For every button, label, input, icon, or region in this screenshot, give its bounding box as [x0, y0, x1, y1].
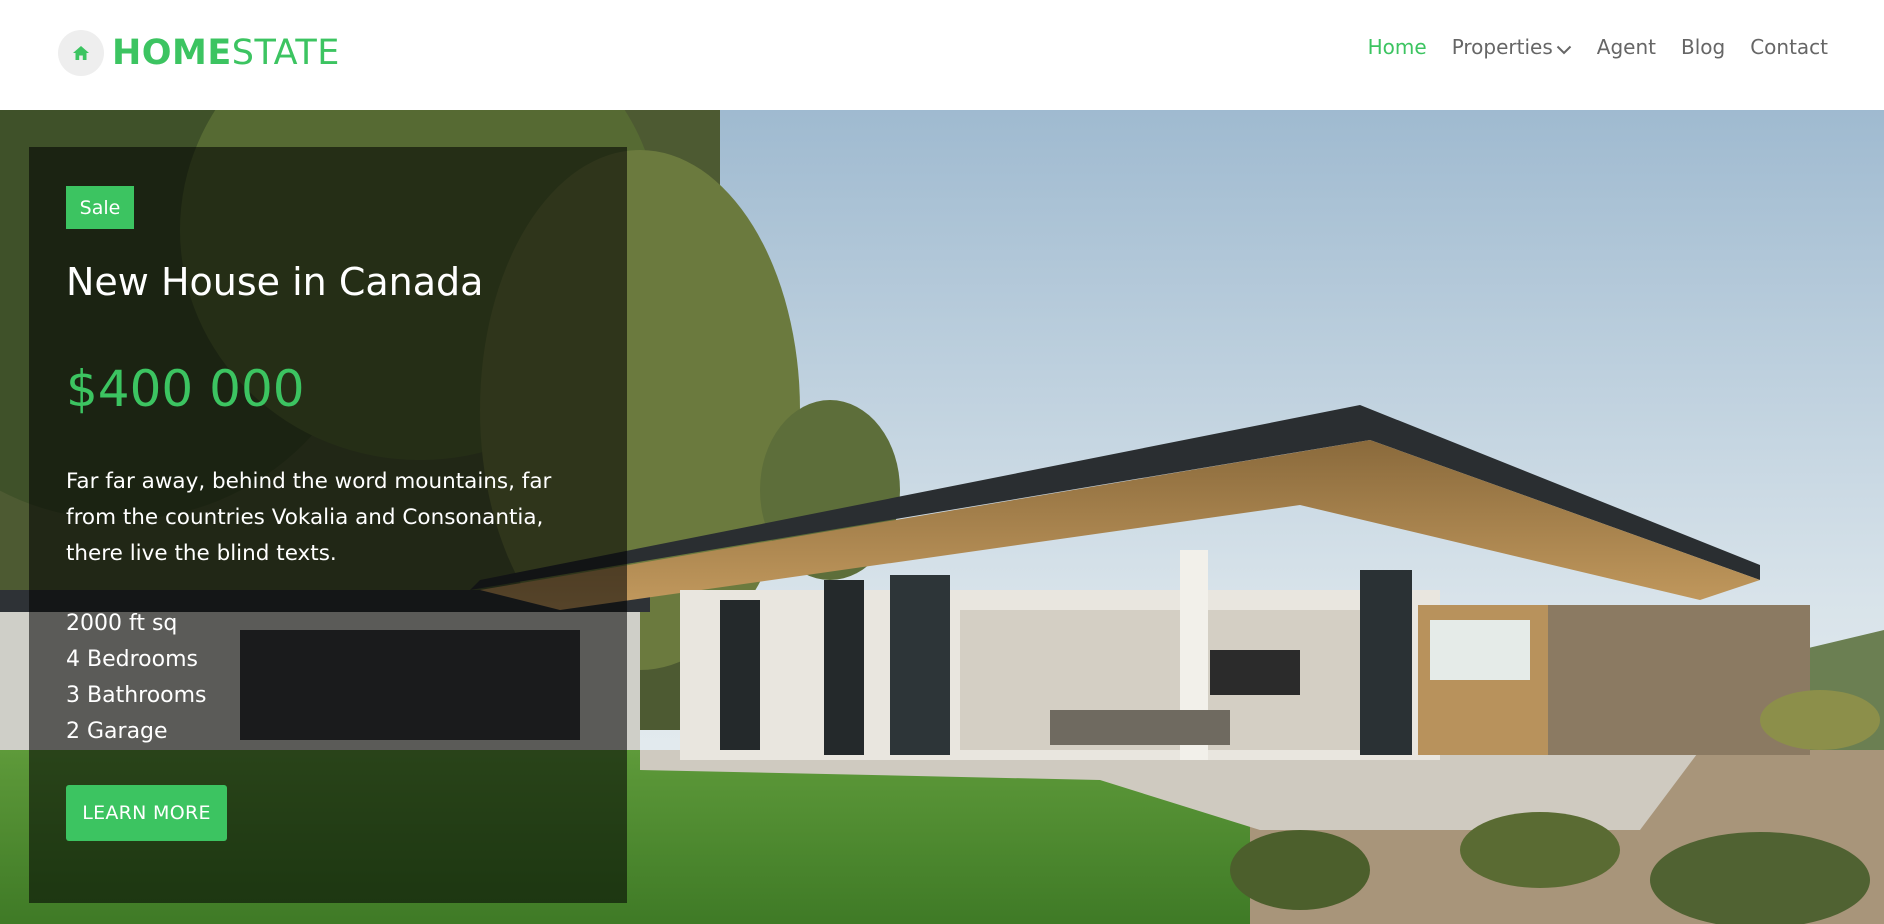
logo[interactable]: HOMESTATE	[58, 30, 340, 76]
spec-area: 2000 ft sq	[66, 611, 178, 636]
nav-item-label: Home	[1367, 35, 1427, 59]
chevron-down-icon	[1556, 36, 1572, 60]
listing-description: Far far away, behind the word mountains,…	[66, 469, 552, 566]
listing-title: New House in Canada	[66, 260, 484, 304]
nav-item-agent[interactable]: Agent	[1597, 35, 1656, 59]
main-nav: Home Properties Agent Blog Contact	[1343, 34, 1828, 60]
spec-bathrooms: 3 Bathrooms	[66, 683, 207, 708]
home-icon	[58, 30, 104, 76]
nav-item-label: Properties	[1451, 35, 1553, 59]
nav-item-label: Blog	[1680, 35, 1726, 59]
nav-item-blog[interactable]: Blog	[1681, 35, 1725, 59]
logo-text-bold: HOME	[112, 32, 232, 73]
listing-specs: 2000 ft sq 4 Bedrooms 3 Bathrooms 2 Gara…	[66, 606, 207, 750]
listing-price: $400 000	[66, 360, 305, 418]
spec-garage: 2 Garage	[66, 719, 168, 744]
nav-item-properties[interactable]: Properties	[1452, 34, 1572, 60]
spec-bedrooms: 4 Bedrooms	[66, 647, 198, 672]
site-header: HOMESTATE Home Properties Agent Blog Con…	[0, 0, 1884, 110]
logo-text: HOMESTATE	[112, 32, 340, 73]
nav-item-label: Agent	[1596, 35, 1656, 59]
logo-text-light: STATE	[231, 32, 340, 73]
nav-item-label: Contact	[1750, 35, 1828, 59]
sale-badge: Sale	[66, 186, 134, 229]
nav-item-home[interactable]: Home	[1368, 35, 1427, 59]
nav-item-contact[interactable]: Contact	[1750, 35, 1828, 59]
learn-more-button[interactable]: LEARN MORE	[66, 785, 227, 841]
